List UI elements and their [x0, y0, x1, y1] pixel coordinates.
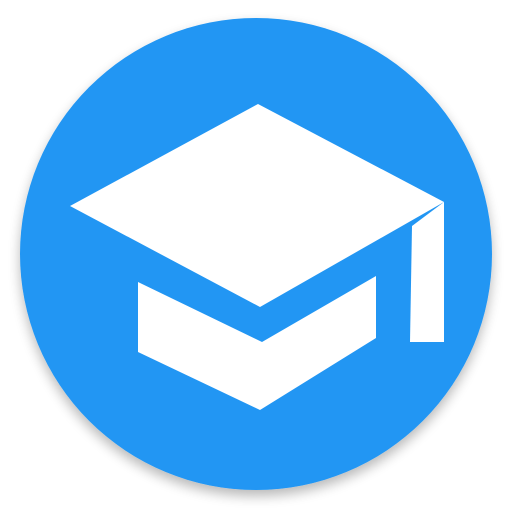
- app-icon: [20, 18, 492, 490]
